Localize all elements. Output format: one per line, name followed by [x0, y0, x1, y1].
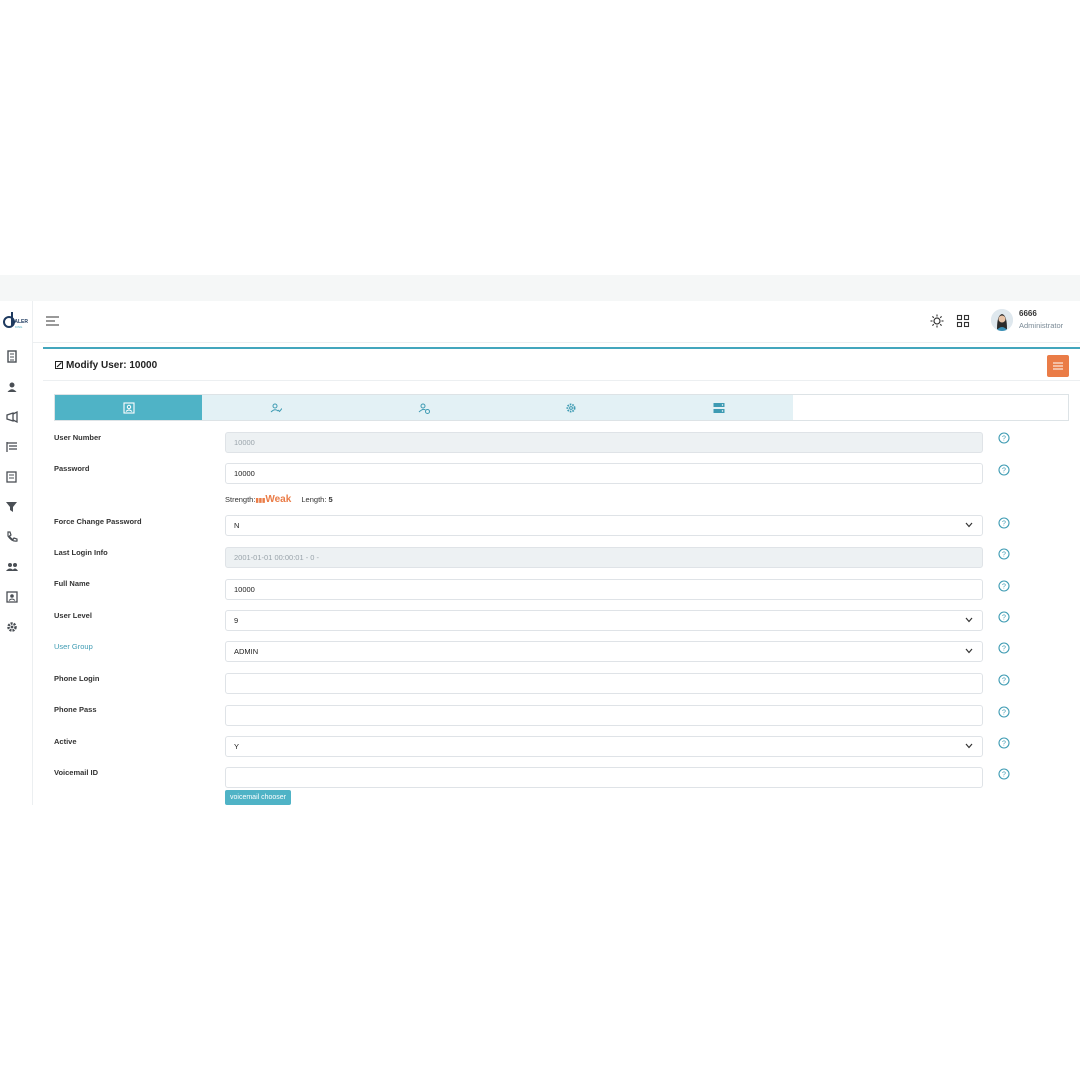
- list-view-button[interactable]: [1047, 355, 1069, 377]
- user-role: Administrator: [1019, 321, 1064, 330]
- tab-servers[interactable]: [645, 395, 793, 420]
- length-value: 5: [328, 495, 333, 504]
- settings-gear-icon[interactable]: [5, 620, 19, 634]
- tab-user-permissions[interactable]: [202, 395, 350, 420]
- user-tabs: [54, 394, 1069, 421]
- user-group-select[interactable]: ADMIN: [225, 641, 983, 662]
- dialer-logo[interactable]: IALER KING: [2, 309, 32, 331]
- help-icon[interactable]: ?: [998, 548, 1010, 560]
- help-icon[interactable]: ?: [998, 580, 1010, 592]
- edit-icon: [55, 361, 63, 369]
- force-change-password-label: Force Change Password: [54, 517, 142, 526]
- sidebar: IALER KING: [0, 301, 33, 805]
- svg-text:?: ?: [1002, 615, 1006, 622]
- user-profile-icon: [122, 402, 135, 414]
- user-level-select[interactable]: 9: [225, 610, 983, 631]
- lists-icon[interactable]: [5, 440, 19, 454]
- avatar-image: [991, 309, 1013, 331]
- top-header: 6666 Administrator: [33, 301, 1080, 343]
- filter-icon[interactable]: [5, 500, 19, 514]
- theme-sun-icon[interactable]: [930, 314, 944, 328]
- select-value: N: [234, 521, 240, 530]
- scripts-icon[interactable]: [5, 470, 19, 484]
- chevron-down-icon: [965, 522, 973, 528]
- strength-rating: Weak: [265, 494, 292, 505]
- phone-login-label: Phone Login: [54, 674, 100, 683]
- user-settings-icon: [418, 403, 430, 414]
- user-group-link[interactable]: User Group: [54, 642, 93, 651]
- tab-user-info[interactable]: [55, 395, 202, 420]
- list-icon: [1053, 362, 1063, 370]
- user-check-icon: [270, 403, 282, 413]
- top-strip: [0, 275, 1080, 301]
- avatar[interactable]: [991, 309, 1013, 331]
- voicemail-chooser-button[interactable]: voicemail chooser: [225, 790, 292, 805]
- svg-text:?: ?: [1002, 772, 1006, 779]
- last-login-info-label: Last Login Info: [54, 548, 108, 557]
- menu-toggle-icon[interactable]: [46, 316, 59, 326]
- svg-text:KING: KING: [15, 325, 23, 329]
- phone-call-icon[interactable]: [5, 530, 19, 544]
- app-window: IALER KING 6666 Administrator Modify Use…: [0, 275, 1080, 805]
- user-level-label: User Level: [54, 611, 92, 620]
- help-icon[interactable]: ?: [998, 768, 1010, 780]
- help-icon[interactable]: ?: [998, 674, 1010, 686]
- svg-text:?: ?: [1002, 521, 1006, 528]
- user-number-label: User Number: [54, 433, 102, 442]
- modify-user-card: Modify User: 10000 User Number 10000 ? P…: [43, 347, 1080, 805]
- phone-login-field[interactable]: [225, 673, 983, 694]
- help-icon[interactable]: ?: [998, 642, 1010, 654]
- phone-pass-field[interactable]: [225, 705, 983, 726]
- chevron-down-icon: [965, 743, 973, 749]
- strength-label: Strength:: [225, 495, 256, 504]
- svg-text:?: ?: [1002, 552, 1006, 559]
- force-change-password-select[interactable]: N: [225, 515, 983, 536]
- card-header: Modify User: 10000: [43, 349, 1080, 381]
- svg-text:?: ?: [1002, 646, 1006, 653]
- user-icon[interactable]: [5, 380, 19, 394]
- tab-user-settings[interactable]: [350, 395, 497, 420]
- campaign-megaphone-icon[interactable]: [5, 410, 19, 424]
- length-label: Length:: [301, 495, 327, 504]
- select-value: 9: [234, 616, 239, 625]
- contacts-icon[interactable]: [5, 590, 19, 604]
- last-login-info-field: 2001-01-01 00:00:01 - 0 -: [225, 547, 983, 568]
- help-icon[interactable]: ?: [998, 737, 1010, 749]
- svg-text:?: ?: [1002, 584, 1006, 591]
- voicemail-id-field[interactable]: [225, 767, 983, 788]
- apps-grid-icon[interactable]: [956, 314, 970, 328]
- password-field[interactable]: 10000: [225, 463, 983, 484]
- strength-bars: ▮▮▮: [255, 498, 266, 504]
- svg-text:?: ?: [1002, 468, 1006, 475]
- help-icon[interactable]: ?: [998, 706, 1010, 718]
- chevron-down-icon: [965, 648, 973, 654]
- select-value: ADMIN: [234, 647, 259, 656]
- help-icon[interactable]: ?: [998, 517, 1010, 529]
- svg-text:?: ?: [1002, 710, 1006, 717]
- password-strength: Strength:▮▮▮Weak Length: 5: [225, 494, 333, 505]
- voicemail-id-label: Voicemail ID: [54, 768, 99, 777]
- svg-text:?: ?: [1002, 436, 1006, 443]
- active-label: Active: [54, 737, 77, 746]
- reports-icon[interactable]: [5, 350, 19, 364]
- help-icon[interactable]: ?: [998, 432, 1010, 444]
- user-number-field: 10000: [225, 432, 983, 453]
- tab-options[interactable]: [497, 395, 645, 420]
- help-icon[interactable]: ?: [998, 611, 1010, 623]
- server-icon: [713, 403, 725, 413]
- select-value: Y: [234, 742, 240, 751]
- phone-pass-label: Phone Pass: [54, 705, 97, 714]
- user-name[interactable]: 6666: [1019, 309, 1037, 318]
- chevron-down-icon: [965, 617, 973, 623]
- svg-text:?: ?: [1002, 678, 1006, 685]
- page-title: Modify User: 10000: [66, 360, 158, 371]
- password-label: Password: [54, 464, 90, 473]
- full-name-field[interactable]: 10000: [225, 579, 983, 600]
- gear-icon: [566, 403, 576, 413]
- help-icon[interactable]: ?: [998, 464, 1010, 476]
- svg-text:?: ?: [1002, 741, 1006, 748]
- full-name-label: Full Name: [54, 579, 90, 588]
- active-select[interactable]: Y: [225, 736, 983, 757]
- user-groups-icon[interactable]: [5, 560, 19, 574]
